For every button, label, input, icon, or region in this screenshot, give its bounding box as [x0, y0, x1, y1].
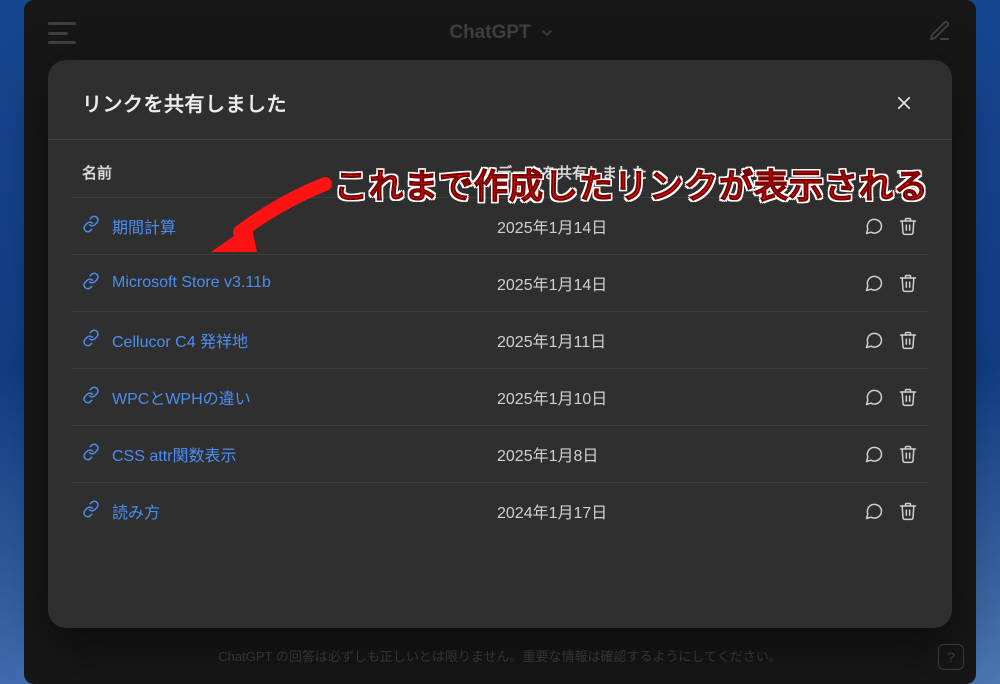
- chat-icon: [864, 330, 884, 350]
- chat-icon: [864, 216, 884, 236]
- column-date: データを共有しました: [497, 162, 854, 183]
- link-title[interactable]: 期間計算: [112, 214, 176, 238]
- chat-icon: [864, 501, 884, 521]
- link-cell[interactable]: WPCとWPHの違い: [82, 385, 497, 409]
- link-cell[interactable]: Cellucor C4 発祥地: [82, 328, 497, 352]
- chat-button[interactable]: [864, 501, 884, 521]
- chat-button[interactable]: [864, 444, 884, 464]
- chat-button[interactable]: [864, 273, 884, 293]
- link-icon: [82, 329, 100, 352]
- link-icon: [82, 386, 100, 409]
- chat-button[interactable]: [864, 330, 884, 350]
- actions-cell: [854, 273, 918, 293]
- trash-icon: [898, 501, 918, 521]
- trash-icon: [898, 387, 918, 407]
- chat-icon: [864, 444, 884, 464]
- link-title[interactable]: Microsoft Store v3.11b: [112, 274, 271, 292]
- delete-button[interactable]: [898, 216, 918, 236]
- date-cell: 2025年1月14日: [497, 214, 854, 238]
- actions-cell: [854, 216, 918, 236]
- table-row: Microsoft Store v3.11b 2025年1月14日: [72, 254, 928, 311]
- delete-button[interactable]: [898, 387, 918, 407]
- link-icon: [82, 272, 100, 295]
- link-title[interactable]: Cellucor C4 発祥地: [112, 328, 248, 352]
- column-more[interactable]: •••: [854, 164, 918, 181]
- link-title[interactable]: CSS attr関数表示: [112, 442, 236, 466]
- date-cell: 2025年1月8日: [497, 442, 854, 466]
- trash-icon: [898, 216, 918, 236]
- link-icon: [82, 500, 100, 523]
- table-row: WPCとWPHの違い 2025年1月10日: [72, 368, 928, 425]
- link-title[interactable]: WPCとWPHの違い: [112, 385, 251, 409]
- modal-header: リンクを共有しました: [48, 60, 952, 139]
- chat-button[interactable]: [864, 216, 884, 236]
- link-cell[interactable]: 期間計算: [82, 214, 497, 238]
- actions-cell: [854, 387, 918, 407]
- link-cell[interactable]: CSS attr関数表示: [82, 442, 497, 466]
- chat-icon: [864, 387, 884, 407]
- link-cell[interactable]: Microsoft Store v3.11b: [82, 272, 497, 295]
- date-cell: 2025年1月14日: [497, 271, 854, 295]
- close-icon: [895, 94, 913, 112]
- date-cell: 2025年1月11日: [497, 328, 854, 352]
- column-name: 名前: [82, 162, 497, 183]
- delete-button[interactable]: [898, 273, 918, 293]
- actions-cell: [854, 444, 918, 464]
- close-button[interactable]: [890, 89, 918, 117]
- link-title[interactable]: 読み方: [112, 499, 160, 523]
- actions-cell: [854, 501, 918, 521]
- modal-title: リンクを共有しました: [82, 88, 287, 117]
- link-icon: [82, 443, 100, 466]
- date-cell: 2025年1月10日: [497, 385, 854, 409]
- link-cell[interactable]: 読み方: [82, 499, 497, 523]
- link-icon: [82, 215, 100, 238]
- delete-button[interactable]: [898, 444, 918, 464]
- chat-icon: [864, 273, 884, 293]
- date-cell: 2024年1月17日: [497, 499, 854, 523]
- shared-links-modal: リンクを共有しました 名前 データを共有しました ••• 期間計算 2025年1…: [48, 60, 952, 628]
- table-row: 読み方 2024年1月17日: [72, 482, 928, 539]
- trash-icon: [898, 273, 918, 293]
- table-row: 期間計算 2025年1月14日: [72, 197, 928, 254]
- delete-button[interactable]: [898, 330, 918, 350]
- table-row: CSS attr関数表示 2025年1月8日: [72, 425, 928, 482]
- column-header-row: 名前 データを共有しました •••: [48, 140, 952, 197]
- delete-button[interactable]: [898, 501, 918, 521]
- actions-cell: [854, 330, 918, 350]
- trash-icon: [898, 444, 918, 464]
- trash-icon: [898, 330, 918, 350]
- chat-button[interactable]: [864, 387, 884, 407]
- table-row: Cellucor C4 発祥地 2025年1月11日: [72, 311, 928, 368]
- rows-container: 期間計算 2025年1月14日 Microsoft Store v3.11b 2…: [48, 197, 952, 539]
